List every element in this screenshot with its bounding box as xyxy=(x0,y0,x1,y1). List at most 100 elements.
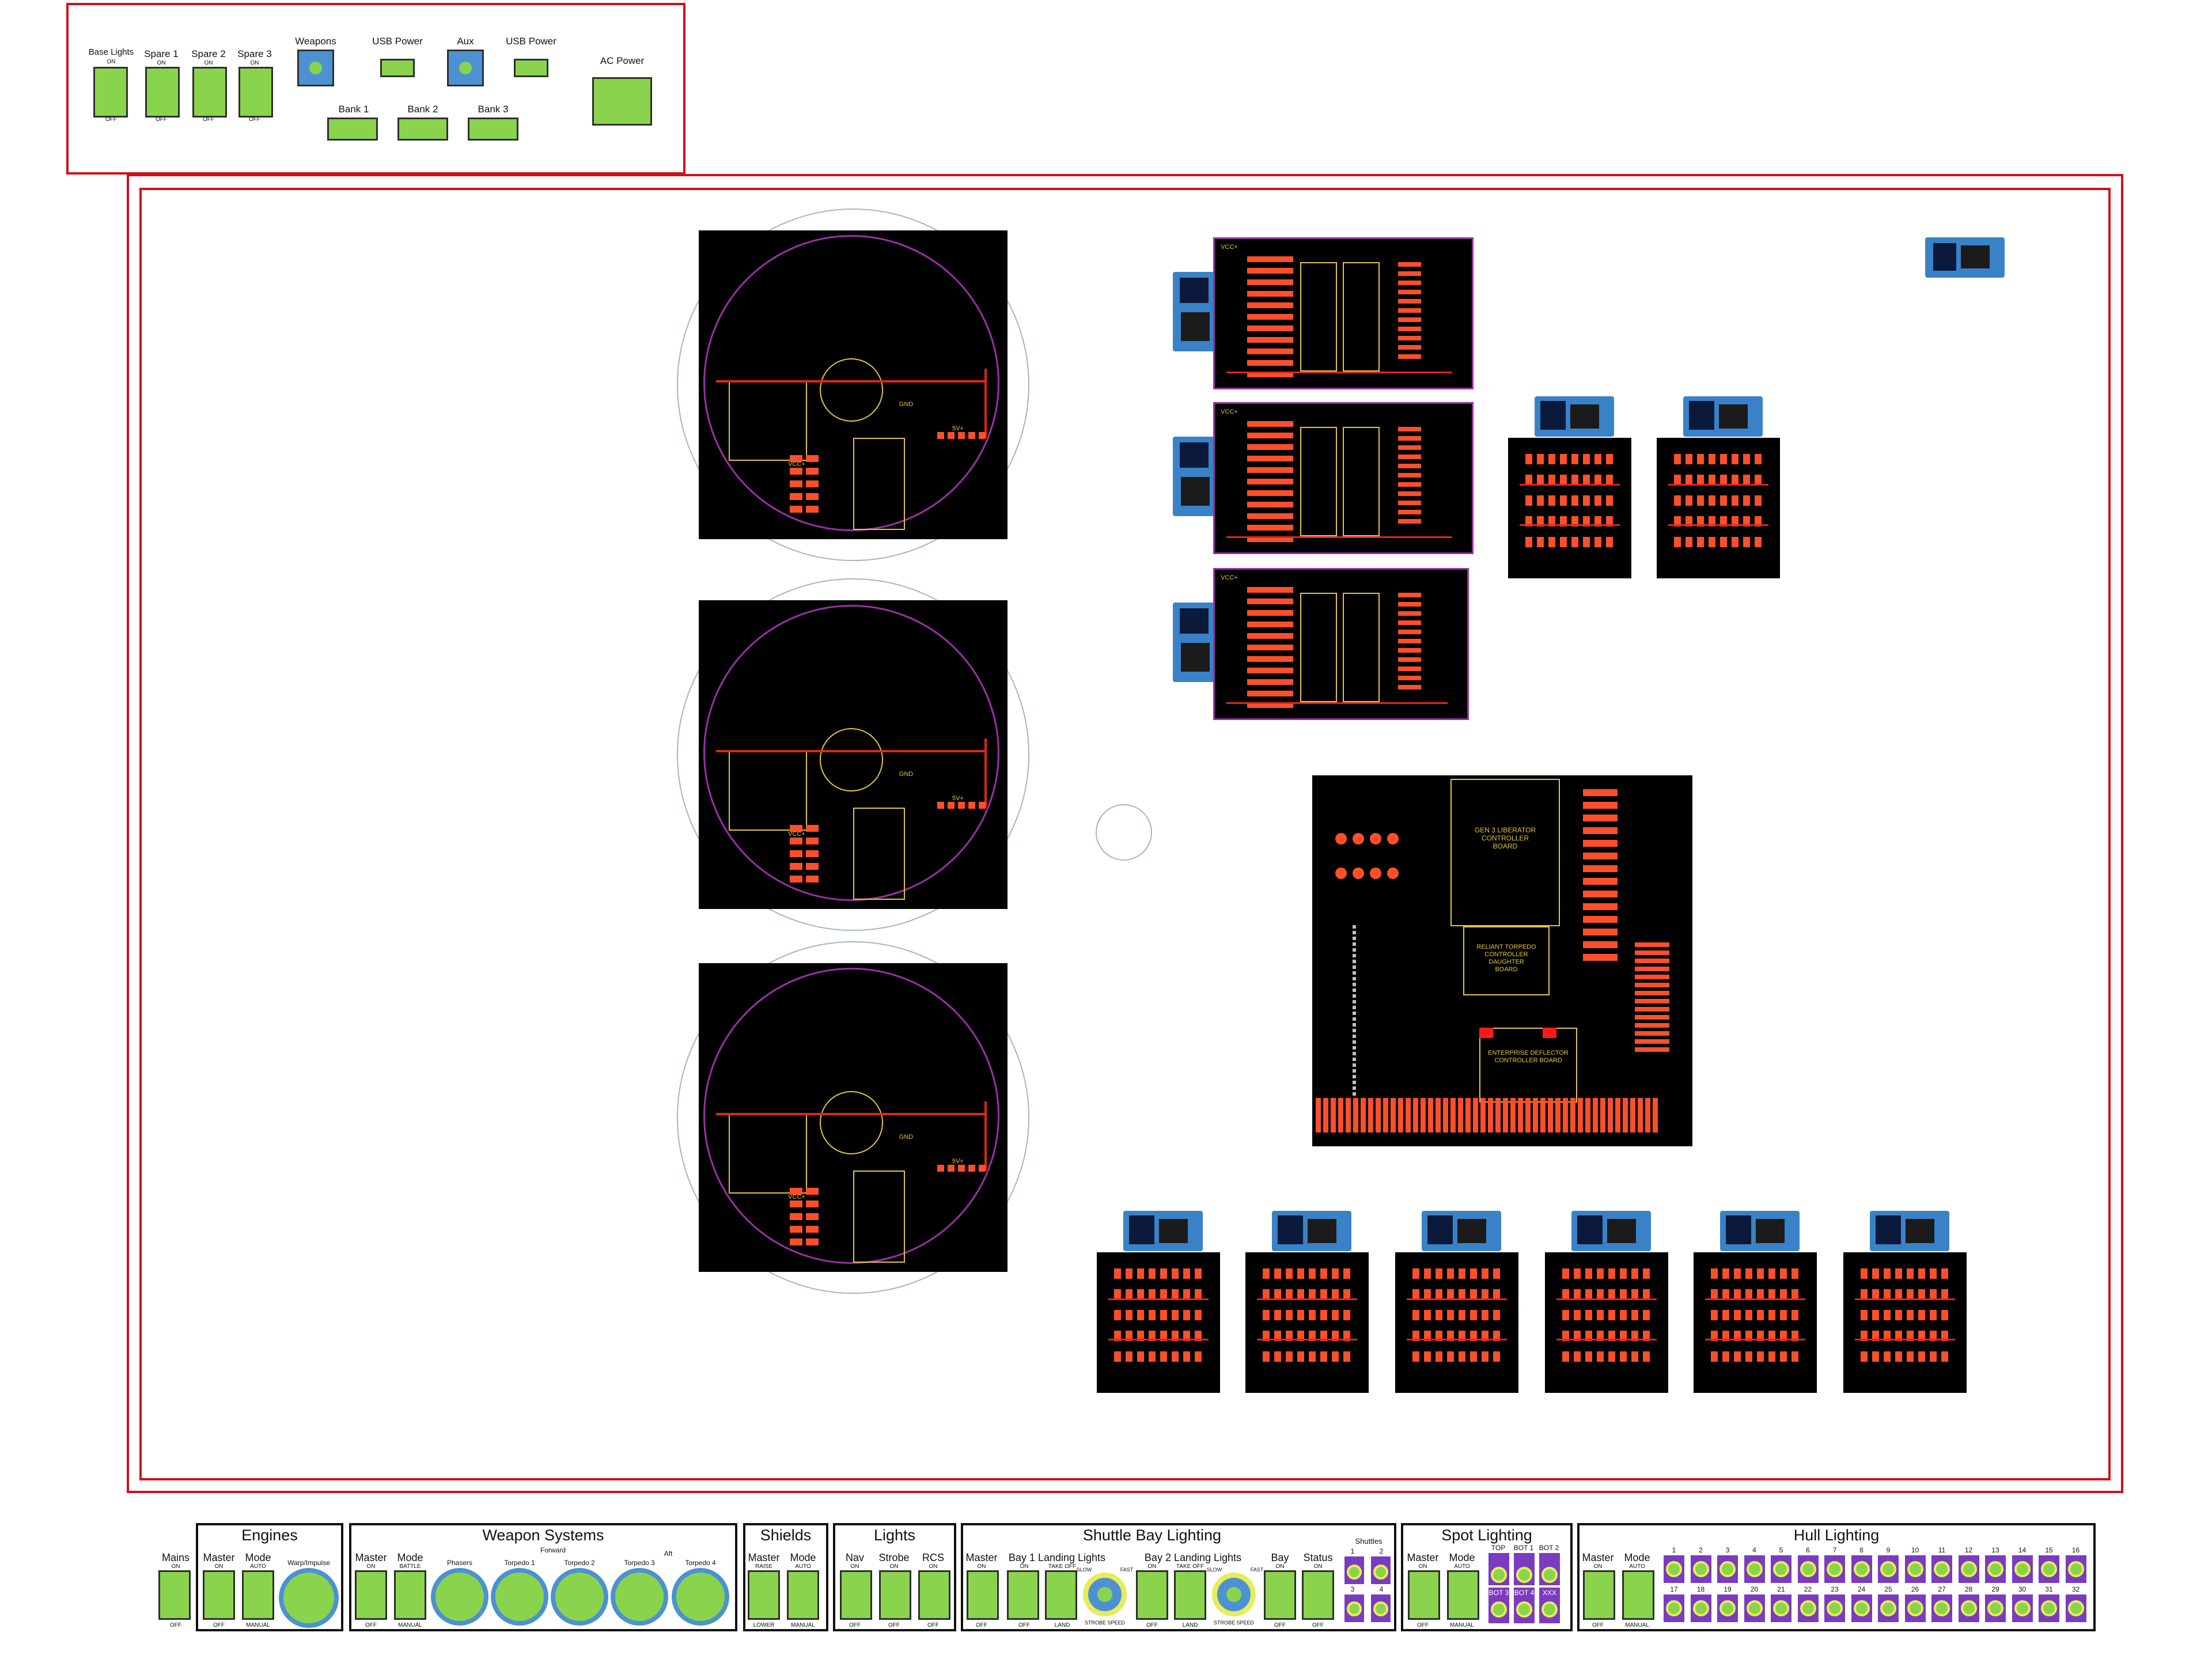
hull-11-button[interactable] xyxy=(1934,1561,1950,1577)
hull-master-switch[interactable] xyxy=(1583,1570,1615,1620)
led-pad xyxy=(1493,1351,1500,1362)
driver-ic-outline-2 xyxy=(1300,262,1337,372)
bay-switch[interactable] xyxy=(1264,1570,1296,1620)
led-pad xyxy=(1183,1351,1190,1362)
hull-12-button[interactable] xyxy=(1960,1561,1977,1577)
hull-28-button[interactable] xyxy=(1960,1600,1977,1616)
shields-mode-switch[interactable] xyxy=(787,1570,819,1620)
hull-22-button[interactable] xyxy=(1800,1600,1816,1616)
hull-17-button[interactable] xyxy=(1666,1600,1682,1616)
hull-8-button[interactable] xyxy=(1853,1561,1870,1577)
hull-6-button[interactable] xyxy=(1800,1561,1816,1577)
hull-16-button[interactable] xyxy=(2067,1561,2084,1577)
hull-12-label: 12 xyxy=(1964,1546,1973,1554)
spot-bot3-cell: BOT 3 xyxy=(1488,1588,1509,1623)
torpedo3-button[interactable] xyxy=(611,1568,668,1626)
hull-24-button[interactable] xyxy=(1853,1600,1870,1616)
spare1-switch[interactable] xyxy=(145,67,180,118)
torpedo1-button[interactable] xyxy=(491,1568,548,1626)
hull-27-button[interactable] xyxy=(1934,1600,1950,1616)
hull-2-button[interactable] xyxy=(1692,1561,1709,1577)
bay2-switch[interactable] xyxy=(1136,1570,1168,1620)
usb-power-1-switch[interactable] xyxy=(380,59,415,77)
torpedo4-button[interactable] xyxy=(672,1568,729,1626)
shuttle-3-button[interactable] xyxy=(1347,1601,1362,1616)
shuttle-1-button[interactable] xyxy=(1347,1565,1362,1580)
bay2-strobe-speed-knob[interactable] xyxy=(1212,1573,1256,1616)
bay1-strobe-speed-knob[interactable] xyxy=(1083,1573,1127,1616)
shuttle-4-button[interactable] xyxy=(1373,1601,1388,1616)
header-pad xyxy=(1368,1098,1373,1132)
hull-18-button[interactable] xyxy=(1692,1600,1709,1616)
base-lights-switch[interactable] xyxy=(93,67,128,118)
ac-power-switch[interactable] xyxy=(592,77,652,126)
hull-20-button[interactable] xyxy=(1746,1600,1763,1616)
hull-32-button[interactable] xyxy=(2067,1600,2084,1616)
spot-bot2-button[interactable] xyxy=(1541,1567,1558,1583)
spot-bot3-button[interactable] xyxy=(1491,1601,1507,1618)
hull-23-button[interactable] xyxy=(1827,1600,1843,1616)
status-switch[interactable] xyxy=(1302,1570,1334,1620)
weapons-master-switch[interactable] xyxy=(355,1570,387,1620)
torpedo2-button[interactable] xyxy=(551,1568,608,1626)
led-pad xyxy=(1709,537,1715,547)
led-pad xyxy=(1711,1268,1718,1279)
hull-15-button[interactable] xyxy=(2041,1561,2057,1577)
bay1-switch[interactable] xyxy=(1007,1570,1039,1620)
spot-xxx-button[interactable] xyxy=(1541,1601,1558,1618)
phasers-button[interactable] xyxy=(431,1568,488,1626)
hull-31-button[interactable] xyxy=(2041,1600,2057,1616)
driver-ic-outline xyxy=(1343,593,1380,702)
hull-21-button[interactable] xyxy=(1773,1600,1789,1616)
hull-10-button[interactable] xyxy=(1907,1561,1923,1577)
bay2-mode-switch[interactable] xyxy=(1174,1570,1206,1620)
hull-29-cell xyxy=(1985,1594,2006,1622)
bank3-switch[interactable] xyxy=(468,118,518,141)
spot-bot1-button[interactable] xyxy=(1516,1567,1532,1583)
spot-top-button[interactable] xyxy=(1491,1567,1507,1583)
led-pad xyxy=(1941,1310,1948,1320)
led-pad xyxy=(1711,1310,1718,1320)
spare2-switch[interactable] xyxy=(192,67,227,118)
bank2-switch[interactable] xyxy=(397,118,448,141)
led-pad xyxy=(1918,1351,1925,1362)
shields-master-switch[interactable] xyxy=(748,1570,780,1620)
hull-14-button[interactable] xyxy=(2014,1561,2031,1577)
spare3-label: Spare 3 xyxy=(237,48,272,59)
hull-3-button[interactable] xyxy=(1719,1561,1736,1577)
spot-master-switch[interactable] xyxy=(1408,1570,1440,1620)
bay1-mode-switch[interactable] xyxy=(1045,1570,1077,1620)
hull-9-button[interactable] xyxy=(1880,1561,1896,1577)
aux-button[interactable] xyxy=(447,50,484,86)
bank1-switch[interactable] xyxy=(327,118,378,141)
hull-5-button[interactable] xyxy=(1773,1561,1789,1577)
hull-25-button[interactable] xyxy=(1880,1600,1896,1616)
spare3-switch[interactable] xyxy=(238,67,273,118)
hull-mode-switch[interactable] xyxy=(1622,1570,1654,1620)
buck-inductor xyxy=(1159,1219,1188,1243)
hull-7-button[interactable] xyxy=(1827,1561,1843,1577)
hull-4-button[interactable] xyxy=(1746,1561,1763,1577)
engines-master-switch[interactable] xyxy=(203,1570,235,1620)
weapons-mode-switch[interactable] xyxy=(394,1570,426,1620)
usb-power-2-switch[interactable] xyxy=(514,59,548,77)
strobe-switch[interactable] xyxy=(879,1570,911,1620)
spot-bot4-button[interactable] xyxy=(1516,1601,1532,1618)
spot-mode-switch[interactable] xyxy=(1447,1570,1479,1620)
bay2-knob-center xyxy=(1226,1587,1241,1602)
hull-19-button[interactable] xyxy=(1719,1600,1736,1616)
hull-26-button[interactable] xyxy=(1907,1600,1923,1616)
driver-pad-row xyxy=(1247,479,1293,484)
mains-switch[interactable] xyxy=(158,1570,191,1620)
nav-switch[interactable] xyxy=(840,1570,872,1620)
weapons-button[interactable] xyxy=(297,50,334,86)
hull-29-button[interactable] xyxy=(1987,1600,2003,1616)
engines-mode-switch[interactable] xyxy=(242,1570,274,1620)
hull-30-button[interactable] xyxy=(2014,1600,2031,1616)
shuttle-master-switch[interactable] xyxy=(967,1570,999,1620)
warp-impulse-button[interactable] xyxy=(279,1568,339,1628)
hull-13-button[interactable] xyxy=(1987,1561,2003,1577)
shuttle-2-button[interactable] xyxy=(1373,1565,1388,1580)
hull-1-button[interactable] xyxy=(1666,1561,1682,1577)
rcs-switch[interactable] xyxy=(918,1570,950,1620)
